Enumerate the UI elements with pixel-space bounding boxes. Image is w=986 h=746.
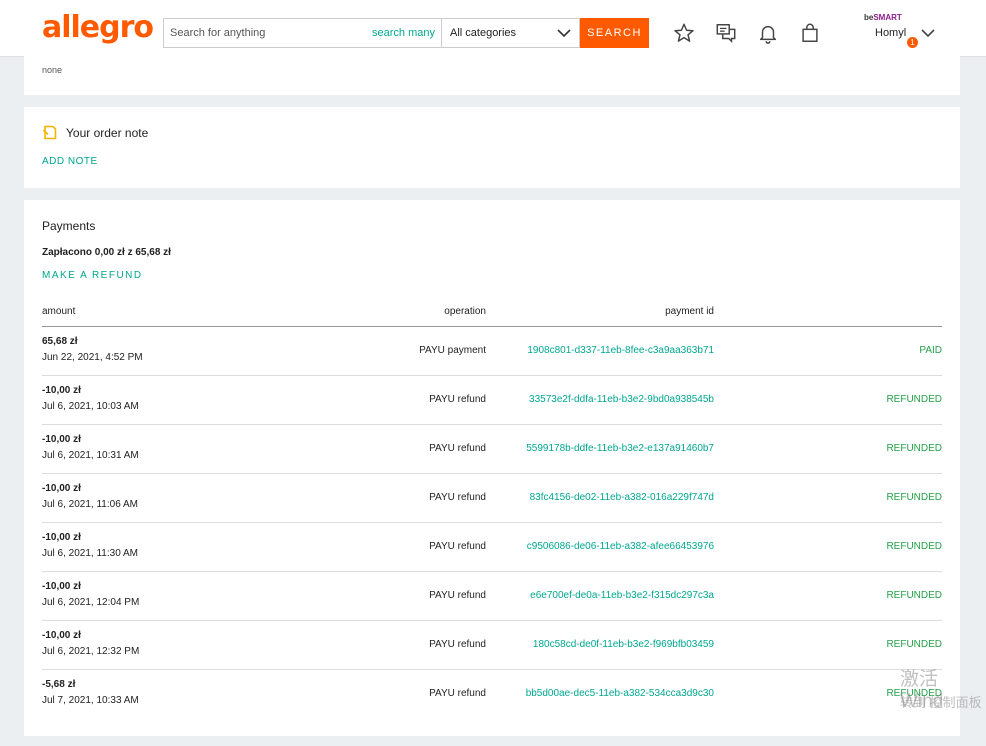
table-row: -10,00 zł Jul 6, 2021, 10:31 AM PAYU ref… xyxy=(42,425,942,474)
category-label: All categories xyxy=(450,27,517,39)
column-header-payment-id: payment id xyxy=(665,306,714,317)
allegro-logo[interactable]: allegro xyxy=(42,10,154,45)
row-status: REFUNDED xyxy=(886,541,942,552)
search-bar: Search for anything search many All cate… xyxy=(163,18,649,48)
row-date: Jun 22, 2021, 4:52 PM xyxy=(42,352,143,363)
row-payment-id-link[interactable]: e6e700ef-de0a-11eb-b3e2-f315dc297c3a xyxy=(494,590,714,601)
info-card: none xyxy=(24,56,960,95)
row-operation: PAYU refund xyxy=(429,541,486,552)
row-amount: -10,00 zł xyxy=(42,434,81,445)
column-header-operation: operation xyxy=(444,306,486,317)
row-status: REFUNDED xyxy=(886,443,942,454)
bell-icon[interactable] xyxy=(757,22,779,44)
row-payment-id-link[interactable]: 180c58cd-de0f-11eb-b3e2-f969bfb03459 xyxy=(494,639,714,650)
table-row: -10,00 zł Jul 6, 2021, 12:32 PM PAYU ref… xyxy=(42,621,942,670)
row-status: REFUNDED xyxy=(886,394,942,405)
row-amount: -10,00 zł xyxy=(42,483,81,494)
row-payment-id-link[interactable]: bb5d00ae-dec5-11eb-a382-534cca3d9c30 xyxy=(494,688,714,699)
notification-badge: 1 xyxy=(907,37,918,48)
search-input[interactable]: Search for anything search many xyxy=(163,18,441,48)
smart-brand: SMART xyxy=(873,13,902,22)
row-amount: -10,00 zł xyxy=(42,385,81,396)
category-select[interactable]: All categories xyxy=(441,18,580,48)
table-row: -5,68 zł Jul 7, 2021, 10:33 AM PAYU refu… xyxy=(42,670,942,718)
search-many-link[interactable]: search many xyxy=(372,27,435,39)
table-row: -10,00 zł Jul 6, 2021, 11:30 AM PAYU ref… xyxy=(42,523,942,572)
row-date: Jul 6, 2021, 12:32 PM xyxy=(42,646,140,657)
payments-card: Payments Zapłacono 0,00 zł z 65,68 zł MA… xyxy=(24,200,960,736)
add-note-link[interactable]: ADD NOTE xyxy=(42,156,98,167)
row-operation: PAYU refund xyxy=(429,492,486,503)
row-date: Jul 7, 2021, 10:33 AM xyxy=(42,695,139,706)
row-amount: -10,00 zł xyxy=(42,581,81,592)
row-date: Jul 6, 2021, 12:04 PM xyxy=(42,597,140,608)
order-note-title: Your order note xyxy=(66,126,149,140)
none-value: none xyxy=(42,65,63,75)
star-icon[interactable] xyxy=(673,22,695,44)
user-name[interactable]: Homyl xyxy=(875,27,906,39)
top-navigation-bar: allegro Search for anything search many … xyxy=(0,0,986,57)
row-date: Jul 6, 2021, 11:06 AM xyxy=(42,499,138,510)
row-amount: -10,00 zł xyxy=(42,532,81,543)
user-menu-chevron-icon[interactable] xyxy=(921,27,935,39)
table-row: -10,00 zł Jul 6, 2021, 10:03 AM PAYU ref… xyxy=(42,376,942,425)
row-amount: -5,68 zł xyxy=(42,679,76,690)
row-amount: 65,68 zł xyxy=(42,336,78,347)
row-operation: PAYU refund xyxy=(429,394,486,405)
row-payment-id-link[interactable]: 33573e2f-ddfa-11eb-b3e2-9bd0a938545b xyxy=(494,394,714,405)
row-payment-id-link[interactable]: 1908c801-d337-11eb-8fee-c3a9aa363b71 xyxy=(494,345,714,356)
payments-summary: Zapłacono 0,00 zł z 65,68 zł xyxy=(42,247,171,258)
smart-prefix: be xyxy=(864,13,874,22)
activation-watermark-line2: 转到 控制面板 xyxy=(900,695,982,710)
messages-icon[interactable] xyxy=(715,22,737,44)
row-operation: PAYU payment xyxy=(419,345,486,356)
row-date: Jul 6, 2021, 10:03 AM xyxy=(42,401,139,412)
search-button[interactable]: SEARCH xyxy=(580,18,649,48)
row-operation: PAYU refund xyxy=(429,639,486,650)
search-placeholder: Search for anything xyxy=(170,27,266,39)
make-refund-link[interactable]: MAKE A REFUND xyxy=(42,270,143,281)
order-note-card: Your order note ADD NOTE xyxy=(24,107,960,188)
row-operation: PAYU refund xyxy=(429,688,486,699)
chevron-down-icon xyxy=(557,29,571,38)
payments-table: 65,68 zł Jun 22, 2021, 4:52 PM PAYU paym… xyxy=(42,327,942,718)
payments-title: Payments xyxy=(42,219,96,233)
table-row: -10,00 zł Jul 6, 2021, 11:06 AM PAYU ref… xyxy=(42,474,942,523)
shopping-bag-icon[interactable] xyxy=(799,22,821,44)
row-operation: PAYU refund xyxy=(429,590,486,601)
row-amount: -10,00 zł xyxy=(42,630,81,641)
row-payment-id-link[interactable]: 5599178b-ddfe-11eb-b3e2-e137a91460b7 xyxy=(494,443,714,454)
smart-badge[interactable]: beSMART xyxy=(864,13,902,22)
row-status: REFUNDED xyxy=(886,492,942,503)
table-row: -10,00 zł Jul 6, 2021, 12:04 PM PAYU ref… xyxy=(42,572,942,621)
table-row: 65,68 zł Jun 22, 2021, 4:52 PM PAYU paym… xyxy=(42,327,942,376)
row-date: Jul 6, 2021, 10:31 AM xyxy=(42,450,139,461)
row-payment-id-link[interactable]: c9506086-de06-11eb-a382-afee66453976 xyxy=(494,541,714,552)
row-status: REFUNDED xyxy=(886,639,942,650)
row-payment-id-link[interactable]: 83fc4156-de02-11eb-a382-016a229f747d xyxy=(494,492,714,503)
note-icon xyxy=(42,125,57,140)
row-date: Jul 6, 2021, 11:30 AM xyxy=(42,548,138,559)
column-header-amount: amount xyxy=(42,306,76,317)
row-operation: PAYU refund xyxy=(429,443,486,454)
row-status: PAID xyxy=(919,345,942,356)
row-status: REFUNDED xyxy=(886,590,942,601)
